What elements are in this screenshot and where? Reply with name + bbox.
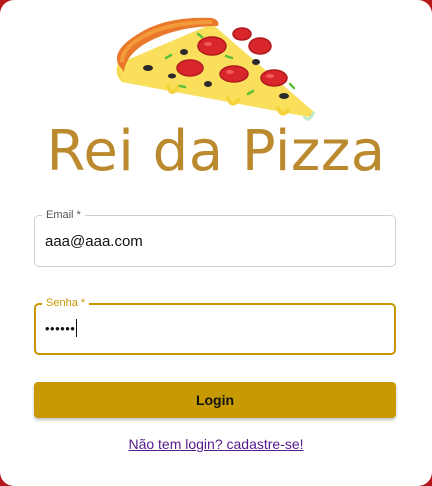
login-button[interactable]: Login	[34, 382, 396, 418]
login-card: Rei da Pizza Email * aaa@aaa.com Senha *…	[0, 0, 432, 486]
app-title: Rei da Pizza	[46, 119, 386, 184]
password-value: ••••••	[45, 320, 76, 336]
pizza-slice-icon	[108, 12, 320, 124]
email-input[interactable]: aaa@aaa.com	[45, 216, 143, 266]
password-field[interactable]: Senha * ••••••	[34, 296, 396, 355]
signup-link[interactable]: Não tem login? cadastre-se!	[0, 436, 432, 452]
password-input[interactable]: ••••••	[45, 304, 78, 352]
email-field[interactable]: Email * aaa@aaa.com	[34, 208, 396, 267]
text-caret	[76, 319, 78, 337]
